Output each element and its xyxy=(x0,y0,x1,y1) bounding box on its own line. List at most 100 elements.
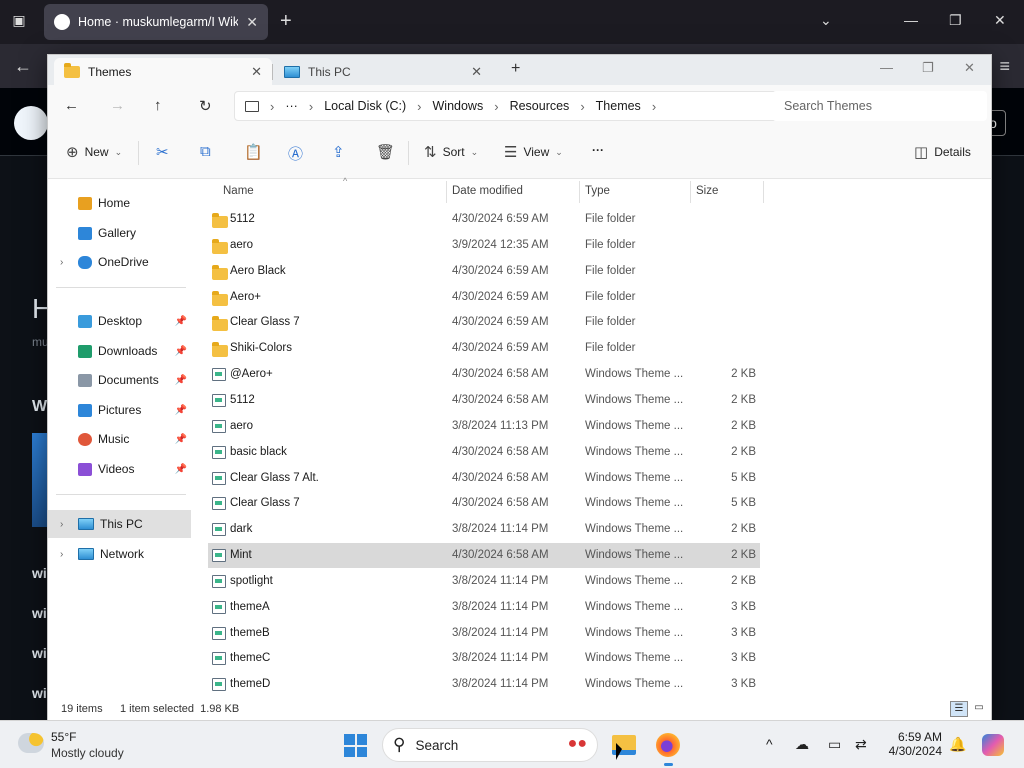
new-button[interactable]: ⊕ New ⌄ xyxy=(66,143,122,161)
table-row[interactable]: spotlight 3/8/2024 11:14 PM Windows Theme … xyxy=(208,569,760,594)
sidebar-item-music[interactable]: Music 📌 xyxy=(48,425,191,453)
browser-tab[interactable]: Home · muskumlegarm/I Wiki ✕ xyxy=(44,4,268,40)
taskbar-search[interactable]: ⚲ Search ●● xyxy=(382,728,598,762)
menu-icon[interactable]: ≡ xyxy=(999,56,1010,77)
breadcrumb-themes[interactable]: Themes xyxy=(596,99,641,113)
sidebar-item-desktop[interactable]: Desktop 📌 xyxy=(48,307,191,335)
add-tab-button[interactable]: + xyxy=(511,60,520,78)
close-tab-icon[interactable]: ✕ xyxy=(246,14,258,31)
sidebar-item-downloads[interactable]: Downloads 📌 xyxy=(48,337,191,365)
minimize-icon[interactable]: — xyxy=(904,12,918,28)
delete-button[interactable]: 🗑 xyxy=(376,143,395,161)
list-all-tabs-icon[interactable]: ⌄ xyxy=(820,12,832,29)
view-button[interactable]: ☰ View ⌄ xyxy=(504,143,563,161)
tab-themes[interactable]: Themes ✕ xyxy=(54,58,272,85)
sidebar-item-onedrive[interactable]: › OneDrive xyxy=(48,248,191,276)
share-button[interactable]: ⇪ xyxy=(332,143,345,161)
more-options-button[interactable]: ··· xyxy=(592,143,604,157)
table-row[interactable]: Clear Glass 7 Alt. 4/30/2024 6:58 AM Windo… xyxy=(208,466,760,491)
table-row[interactable]: themeB 3/8/2024 11:14 PM Windows Theme ...… xyxy=(208,621,760,646)
github-logo-icon[interactable] xyxy=(14,106,48,140)
sidebar-item-pictures[interactable]: Pictures 📌 xyxy=(48,396,191,424)
table-row[interactable]: themeA 3/8/2024 11:14 PM Windows Theme ...… xyxy=(208,595,760,620)
weather-cloud-icon[interactable] xyxy=(18,733,44,753)
column-header-type[interactable]: Type xyxy=(585,179,685,203)
tiles-view-button[interactable]: ▭ xyxy=(970,701,988,717)
sidebar-item-network[interactable]: › Network xyxy=(48,540,191,568)
table-row[interactable]: Aero+ 4/30/2024 6:59 AM File folder xyxy=(208,285,760,310)
forward-button[interactable]: → xyxy=(110,97,125,114)
table-row[interactable]: Mint 4/30/2024 6:58 AM Windows Theme ... 2 … xyxy=(208,543,760,569)
back-icon[interactable]: ← xyxy=(14,56,32,77)
table-row[interactable]: 5112 4/30/2024 6:59 AM File folder xyxy=(208,207,760,232)
tab-this-pc[interactable]: This PC ✕ xyxy=(274,58,492,85)
onedrive-tray-icon[interactable]: ☁ xyxy=(795,736,809,753)
table-row[interactable]: aero 3/9/2024 12:35 AM File folder xyxy=(208,233,760,258)
notification-bell-icon[interactable]: 🔔 xyxy=(949,736,966,753)
display-icon[interactable]: ▭ xyxy=(828,736,841,753)
column-header-name[interactable]: Name ^ xyxy=(223,176,445,203)
table-row[interactable]: themeC 3/8/2024 11:14 PM Windows Theme ...… xyxy=(208,646,760,671)
close-icon[interactable]: ✕ xyxy=(994,12,1006,29)
firefox-taskbar-button[interactable] xyxy=(653,730,683,766)
sidebar-item-this-pc[interactable]: › This PC xyxy=(48,510,191,538)
cut-button[interactable]: ✂ xyxy=(156,143,169,161)
sidebar-item-documents[interactable]: Documents 📌 xyxy=(48,366,191,394)
show-hidden-icons-icon[interactable]: ^ xyxy=(766,736,773,752)
table-row[interactable]: Clear Glass 7 4/30/2024 6:58 AM Windows Th… xyxy=(208,491,760,516)
column-divider[interactable] xyxy=(446,181,447,203)
breadcrumb-overflow[interactable]: ··· xyxy=(285,99,298,113)
table-row[interactable]: @Aero+ 4/30/2024 6:58 AM Windows Theme ...… xyxy=(208,362,760,387)
rename-button[interactable]: Ⓐ xyxy=(288,143,303,164)
breadcrumb-windows[interactable]: Windows xyxy=(433,99,484,113)
table-row[interactable]: Clear Glass 7 4/30/2024 6:59 AM File folde… xyxy=(208,310,760,335)
table-row[interactable]: Shiki-Colors 4/30/2024 6:59 AM File folder xyxy=(208,336,760,361)
network-status-icon[interactable]: ⇄ xyxy=(855,736,867,753)
minimize-icon[interactable]: — xyxy=(880,60,893,75)
table-row[interactable]: 5112 4/30/2024 6:58 AM Windows Theme ... 2 … xyxy=(208,388,760,413)
copilot-icon[interactable] xyxy=(982,734,1004,756)
close-icon[interactable]: ✕ xyxy=(964,60,975,76)
breadcrumb-separator[interactable]: › xyxy=(652,99,656,114)
table-row[interactable]: dark 3/8/2024 11:14 PM Windows Theme ... 2 … xyxy=(208,517,760,542)
expand-chevron-icon[interactable]: › xyxy=(60,257,63,268)
restore-icon[interactable]: ❐ xyxy=(922,60,934,76)
wiki-link-edge[interactable]: wi xyxy=(32,565,47,581)
close-tab-icon[interactable]: ✕ xyxy=(251,64,262,80)
expand-chevron-icon[interactable]: › xyxy=(60,549,63,560)
breadcrumb[interactable]: › ··· › Local Disk (C:) › Windows › Reso… xyxy=(234,91,780,121)
breadcrumb-resources[interactable]: Resources xyxy=(510,99,570,113)
refresh-button[interactable]: ↻ xyxy=(199,97,212,115)
paste-button[interactable]: 📋 xyxy=(244,143,263,161)
column-divider[interactable] xyxy=(763,181,764,203)
sidebar-item-gallery[interactable]: Gallery xyxy=(48,219,191,247)
back-button[interactable]: ← xyxy=(64,97,79,114)
clock[interactable]: 6:59 AM 4/30/2024 xyxy=(884,730,942,758)
copy-button[interactable]: ⧉ xyxy=(200,143,211,160)
wiki-link-edge[interactable]: wi xyxy=(32,645,47,661)
file-explorer-taskbar-button[interactable] xyxy=(609,730,639,760)
breadcrumb-local-disk[interactable]: Local Disk (C:) xyxy=(324,99,406,113)
sort-button[interactable]: ⇅ Sort ⌄ xyxy=(424,143,478,161)
column-header-size[interactable]: Size xyxy=(696,179,762,203)
up-button[interactable]: ↑ xyxy=(154,97,162,114)
table-row[interactable]: aero 3/8/2024 11:13 PM Windows Theme ... 2 … xyxy=(208,414,760,439)
weather-temperature[interactable]: 55°F xyxy=(51,730,76,744)
tab-list-icon[interactable]: ▣ xyxy=(8,12,30,32)
details-button[interactable]: ◫ Details xyxy=(914,143,971,161)
table-row[interactable]: Aero Black 4/30/2024 6:59 AM File folder xyxy=(208,259,760,284)
details-view-button[interactable]: ☰ xyxy=(950,701,968,717)
start-button[interactable] xyxy=(344,734,367,757)
column-divider[interactable] xyxy=(579,181,580,203)
sidebar-item-videos[interactable]: Videos 📌 xyxy=(48,455,191,483)
new-tab-button[interactable]: + xyxy=(280,11,292,31)
table-row[interactable]: themeD 3/8/2024 11:14 PM Windows Theme ...… xyxy=(208,672,760,697)
close-tab-icon[interactable]: ✕ xyxy=(471,64,482,80)
sidebar-item-home[interactable]: Home xyxy=(48,189,191,217)
table-row[interactable]: basic black 4/30/2024 6:58 AM Windows Them… xyxy=(208,440,760,465)
restore-icon[interactable]: ❐ xyxy=(949,12,962,29)
wiki-link-edge[interactable]: wi xyxy=(32,685,47,701)
expand-chevron-icon[interactable]: › xyxy=(60,519,63,530)
column-header-date-modified[interactable]: Date modified xyxy=(452,179,578,203)
wiki-link-edge[interactable]: wi xyxy=(32,605,47,621)
